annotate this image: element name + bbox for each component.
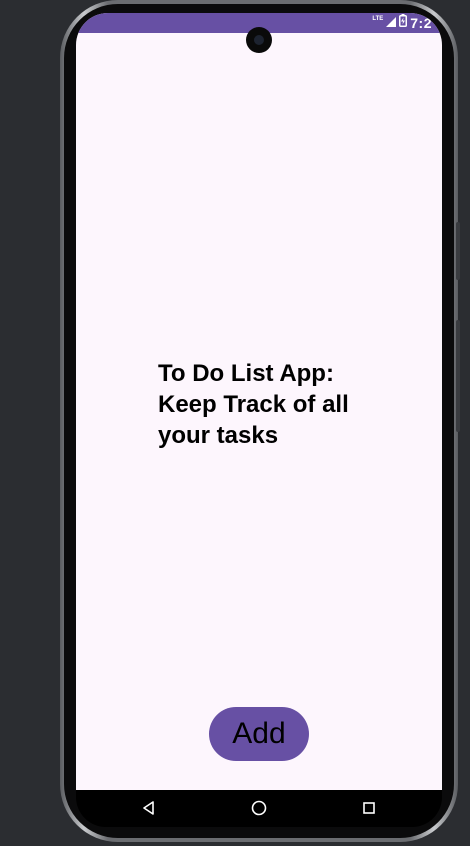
power-button bbox=[456, 320, 460, 432]
page-title: To Do List App: Keep Track of all your t… bbox=[158, 360, 349, 449]
status-time: 7:2 bbox=[410, 15, 432, 31]
status-icons: LTE 7:2 bbox=[372, 14, 432, 32]
back-icon[interactable] bbox=[139, 798, 159, 818]
home-icon[interactable] bbox=[249, 798, 269, 818]
volume-button bbox=[456, 222, 460, 280]
recents-icon[interactable] bbox=[359, 798, 379, 818]
add-button[interactable]: Add bbox=[209, 707, 309, 761]
network-type-label: LTE bbox=[372, 16, 384, 22]
navigation-bar bbox=[76, 790, 442, 827]
front-camera bbox=[246, 27, 272, 53]
battery-icon bbox=[399, 14, 408, 32]
app-screen: LTE 7:2 To Do List App: Keep Track of al… bbox=[76, 13, 442, 790]
signal-icon bbox=[386, 14, 397, 32]
